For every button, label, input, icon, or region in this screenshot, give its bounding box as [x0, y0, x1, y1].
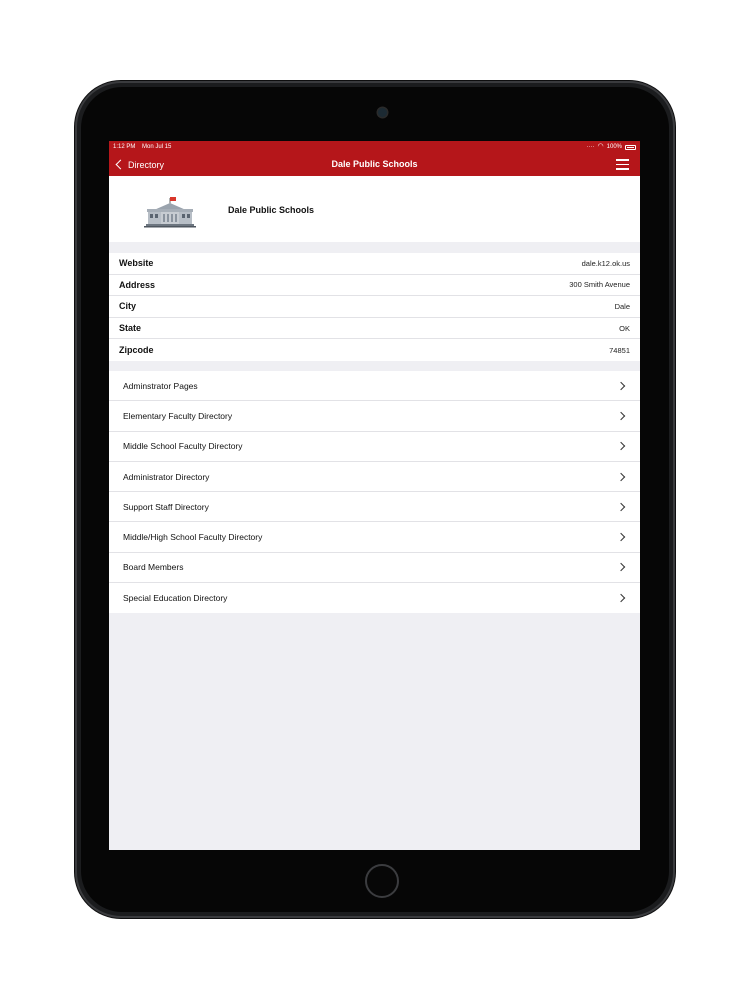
- info-row-website: Website dale.k12.ok.us: [109, 253, 640, 275]
- info-row-state: State OK: [109, 318, 640, 340]
- list-item-middle-school-faculty[interactable]: Middle School Faculty Directory: [109, 432, 640, 462]
- status-time: 1:12 PM: [113, 144, 136, 150]
- navigation-bar: Directory Dale Public Schools: [109, 153, 640, 176]
- info-label: Address: [119, 279, 156, 290]
- battery-icon: [625, 144, 636, 150]
- info-label: Zipcode: [119, 345, 154, 356]
- chevron-right-icon: [616, 441, 626, 451]
- list-item-label: Middle School Faculty Directory: [123, 441, 243, 452]
- status-left: 1:12 PM Mon Jul 15: [113, 141, 171, 153]
- hamburger-menu-icon[interactable]: [616, 159, 629, 170]
- chevron-right-icon: [616, 472, 626, 481]
- chevron-right-icon: [616, 381, 626, 390]
- list-item-elementary-faculty[interactable]: Elementary Faculty Directory: [109, 401, 640, 432]
- chevron-right-icon: [616, 532, 626, 542]
- app-screen: 1:12 PM Mon Jul 15 ···· ◠ 100% Directory…: [109, 141, 640, 850]
- list-item-label: Middle/High School Faculty Directory: [123, 532, 263, 543]
- info-label: City: [119, 301, 137, 312]
- front-camera: [378, 108, 387, 117]
- school-name: Dale Public Schools: [228, 205, 315, 215]
- school-header-card: Dale Public Schools: [109, 176, 640, 242]
- address-value[interactable]: 300 Smith Avenue: [569, 280, 630, 289]
- website-link[interactable]: dale.k12.ok.us: [582, 259, 630, 268]
- list-item-label: Board Members: [123, 562, 184, 573]
- home-button[interactable]: [365, 864, 399, 898]
- chevron-right-icon: [616, 563, 626, 572]
- info-label: State: [119, 323, 142, 334]
- school-building-icon: [144, 197, 196, 228]
- status-bar: 1:12 PM Mon Jul 15 ···· ◠ 100%: [109, 141, 640, 153]
- status-right: ···· ◠ 100%: [587, 141, 636, 153]
- battery-percent: 100%: [606, 144, 622, 150]
- state-value: OK: [619, 323, 630, 333]
- info-label: Website: [119, 258, 154, 269]
- nav-title: Dale Public Schools: [331, 159, 418, 169]
- list-item-label: Elementary Faculty Directory: [123, 410, 233, 421]
- list-item-middle-high-faculty[interactable]: Middle/High School Faculty Directory: [109, 522, 640, 553]
- school-info-section: Website dale.k12.ok.us Address 300 Smith…: [109, 253, 640, 361]
- wifi-icon: ◠: [597, 143, 604, 150]
- zipcode-value: 74851: [609, 345, 630, 355]
- list-item-support-staff[interactable]: Support Staff Directory: [109, 492, 640, 523]
- city-value: Dale: [614, 301, 630, 311]
- list-item-special-education[interactable]: Special Education Directory: [109, 583, 640, 613]
- list-item-administrator-directory[interactable]: Administrator Directory: [109, 462, 640, 493]
- list-item-label: Administrator Directory: [123, 471, 210, 482]
- signal-dots: ····: [586, 144, 595, 150]
- directory-list: Adminstrator Pages Elementary Faculty Di…: [109, 371, 640, 614]
- status-date: Mon Jul 15: [142, 144, 172, 150]
- list-item-label: Adminstrator Pages: [123, 380, 198, 391]
- chevron-right-icon: [616, 593, 626, 603]
- info-row-address: Address 300 Smith Avenue: [109, 275, 640, 297]
- list-item-label: Support Staff Directory: [123, 501, 209, 512]
- chevron-right-icon: [616, 411, 626, 421]
- list-item-adminstrator-pages[interactable]: Adminstrator Pages: [109, 371, 640, 402]
- info-row-zipcode: Zipcode 74851: [109, 339, 640, 361]
- chevron-right-icon: [616, 502, 626, 512]
- list-item-label: Special Education Directory: [123, 593, 228, 604]
- list-item-board-members[interactable]: Board Members: [109, 553, 640, 584]
- info-row-city: City Dale: [109, 296, 640, 318]
